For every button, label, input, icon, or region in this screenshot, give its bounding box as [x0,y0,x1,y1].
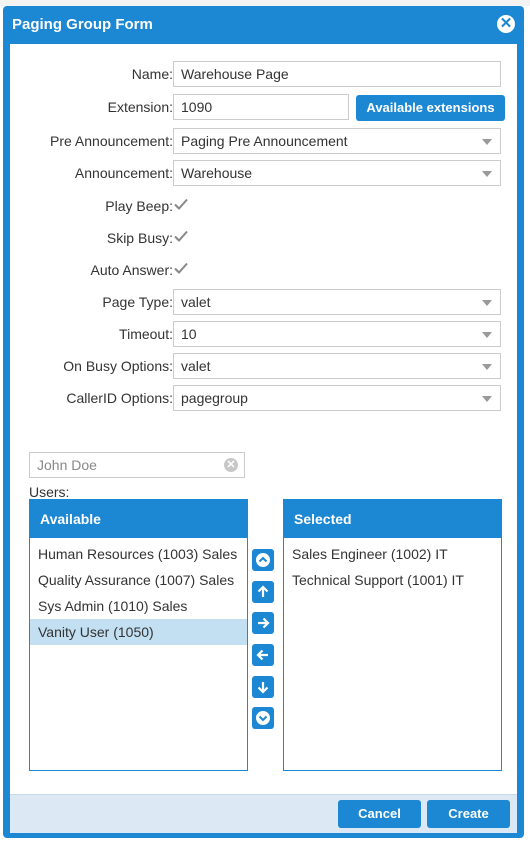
skip-busy-checkbox[interactable] [173,228,189,244]
chevron-down-icon [482,300,492,306]
pre-announcement-select[interactable]: Paging Pre Announcement [173,128,501,154]
cancel-button[interactable]: Cancel [338,800,421,828]
list-item[interactable]: Technical Support (1001) IT [284,567,501,593]
chevron-down-icon [482,332,492,338]
caller-id-select[interactable]: pagegroup [173,385,501,411]
close-icon[interactable]: ✕ [497,15,515,33]
page-type-value: valet [181,294,211,310]
pre-announcement-value: Paging Pre Announcement [181,133,348,149]
chevron-down-icon [482,139,492,145]
chevron-down-icon [482,171,492,177]
pre-announcement-label: Pre Announcement: [50,133,173,149]
name-label: Name: [131,66,173,82]
clear-icon[interactable]: ✕ [224,458,238,472]
auto-answer-label: Auto Answer: [90,262,174,278]
selected-users-list: Sales Engineer (1002) IT Technical Suppo… [284,538,501,770]
play-beep-label: Play Beep: [105,198,173,214]
dialog-body: Name: Warehouse Page Extension: 1090 Ava… [10,44,517,794]
paging-group-dialog: Paging Group Form ✕ Name: Warehouse Page… [3,6,524,838]
page-type-label: Page Type: [102,294,173,310]
available-users-list: Human Resources (1003) Sales Quality Ass… [30,538,247,770]
move-bottom-icon[interactable] [252,707,274,729]
on-busy-select[interactable]: valet [173,353,501,379]
name-input[interactable]: Warehouse Page [173,61,501,87]
timeout-label: Timeout: [119,326,173,342]
announcement-value: Warehouse [181,165,253,181]
user-search-placeholder: John Doe [37,457,97,473]
extension-input[interactable]: 1090 [173,94,349,120]
auto-answer-row: Auto Answer: [10,257,517,283]
timeout-row: Timeout: 10 [10,321,517,347]
move-up-icon[interactable] [252,581,274,603]
play-beep-checkbox[interactable] [173,196,189,212]
dialog-footer: Cancel Create [10,794,517,833]
caller-id-label: CallerID Options: [66,390,173,406]
extension-label: Extension: [107,99,173,115]
page-type-select[interactable]: valet [173,289,501,315]
page-type-row: Page Type: valet [10,289,517,315]
available-users-panel: Available Human Resources (1003) Sales Q… [29,499,248,771]
users-label: Users: [29,484,70,500]
announcement-row: Announcement: Warehouse [10,160,517,186]
move-left-icon[interactable] [252,644,274,666]
list-item[interactable]: Human Resources (1003) Sales [30,541,247,567]
user-search-input[interactable]: John Doe ✕ [29,452,245,478]
list-item[interactable]: Quality Assurance (1007) Sales [30,567,247,593]
extension-row: Extension: 1090 Available extensions [10,94,517,121]
move-top-icon[interactable] [252,549,274,571]
timeout-value: 10 [181,326,197,342]
timeout-select[interactable]: 10 [173,321,501,347]
available-extensions-button[interactable]: Available extensions [356,95,505,121]
auto-answer-checkbox[interactable] [173,260,189,276]
create-button[interactable]: Create [427,800,510,828]
list-item-selected[interactable]: Vanity User (1050) [30,619,247,645]
dialog-title: Paging Group Form [12,16,153,33]
announcement-select[interactable]: Warehouse [173,160,501,186]
announcement-label: Announcement: [74,165,173,181]
caller-id-value: pagegroup [181,390,248,406]
name-row: Name: Warehouse Page [10,61,517,87]
caller-id-row: CallerID Options: pagegroup [10,385,517,411]
play-beep-row: Play Beep: [10,193,517,219]
on-busy-row: On Busy Options: valet [10,353,517,379]
on-busy-value: valet [181,358,211,374]
selected-header: Selected [284,500,501,538]
available-header: Available [30,500,247,538]
pre-announcement-row: Pre Announcement: Paging Pre Announcemen… [10,128,517,154]
move-right-icon[interactable] [252,612,274,634]
list-item[interactable]: Sales Engineer (1002) IT [284,541,501,567]
move-down-icon[interactable] [252,676,274,698]
dialog-titlebar: Paging Group Form ✕ [3,6,524,44]
list-item[interactable]: Sys Admin (1010) Sales [30,593,247,619]
chevron-down-icon [482,364,492,370]
on-busy-label: On Busy Options: [63,358,173,374]
chevron-down-icon [482,396,492,402]
skip-busy-row: Skip Busy: [10,225,517,251]
selected-users-panel: Selected Sales Engineer (1002) IT Techni… [283,499,502,771]
skip-busy-label: Skip Busy: [106,230,173,246]
